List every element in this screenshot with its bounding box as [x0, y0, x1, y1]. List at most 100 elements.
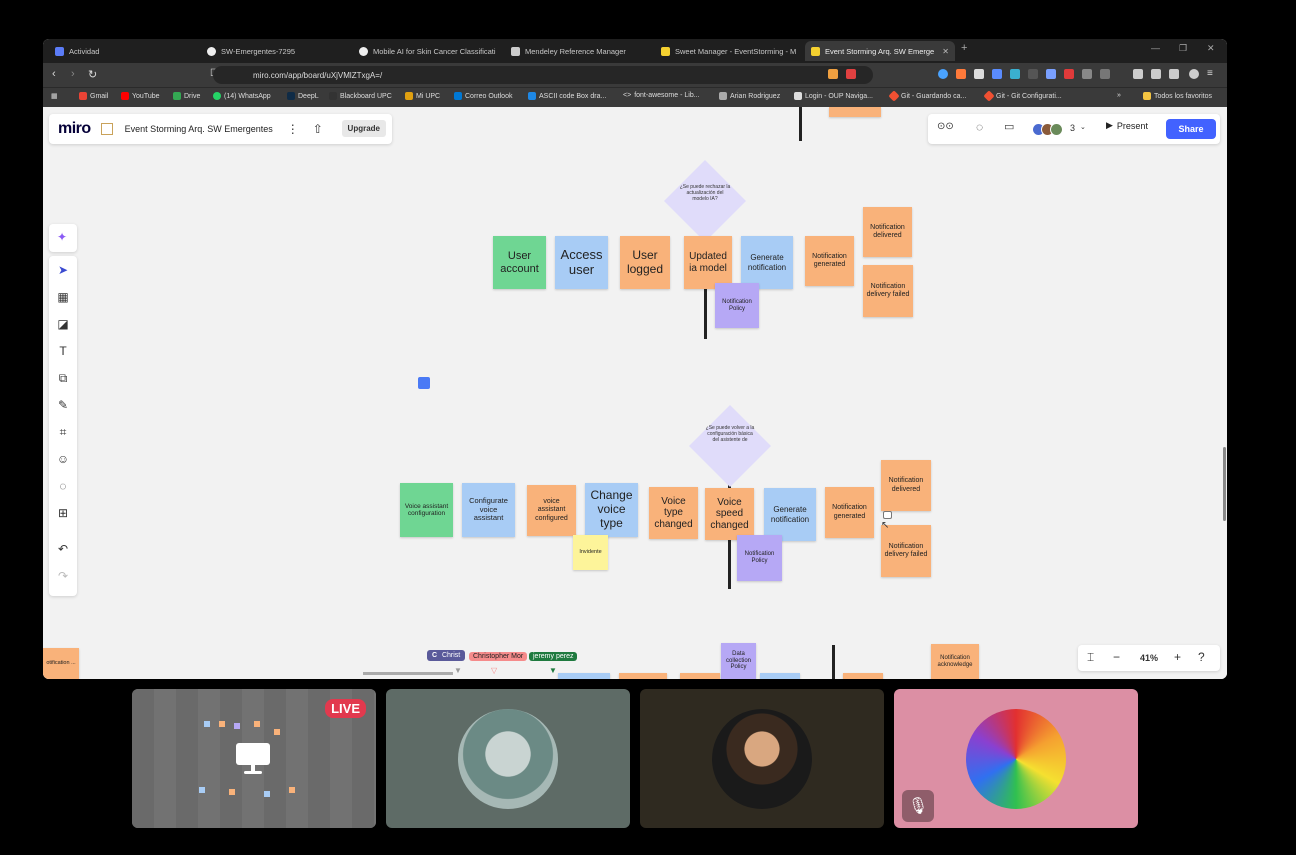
collaborator-avatar[interactable] — [1050, 123, 1063, 136]
extension-icon[interactable] — [846, 69, 856, 79]
reactions-icon[interactable]: ⊙⊙ — [937, 121, 954, 132]
sticky-note[interactable] — [829, 107, 881, 117]
more-options-icon[interactable]: ⋮ — [287, 122, 299, 136]
tab-sweet-manager[interactable]: Sweet Manager - EventStorming - M — [655, 41, 805, 61]
sticky-note[interactable]: Configurate voice assistant — [462, 483, 515, 537]
sticky-note[interactable]: Updated ia model — [684, 236, 732, 289]
sticky-note[interactable] — [760, 673, 800, 679]
translate-icon[interactable] — [418, 377, 430, 389]
bookmark-item[interactable]: Git - Guardando ca... — [888, 90, 966, 102]
sticky-note[interactable]: User logged — [620, 236, 670, 289]
miro-logo[interactable]: miro — [58, 120, 91, 138]
select-icon[interactable]: ➤ — [55, 262, 71, 278]
back-icon[interactable]: ‹ — [52, 68, 56, 80]
sticky-note[interactable]: Generate notification — [741, 236, 793, 289]
sticky-note[interactable]: Notification generated — [825, 487, 874, 538]
scrollbar[interactable] — [1223, 447, 1226, 521]
text-icon[interactable]: T — [55, 343, 71, 359]
participant-tile[interactable]: 🎙 — [894, 689, 1138, 828]
sticky-note[interactable]: Notification delivered — [881, 460, 931, 511]
extension-icon[interactable] — [1064, 69, 1074, 79]
comment-icon[interactable] — [883, 511, 892, 519]
tab-mendeley[interactable]: Mendeley Reference Manager — [505, 41, 655, 61]
reload-icon[interactable]: ↻ — [88, 68, 97, 81]
templates-icon[interactable]: ▦ — [55, 289, 71, 305]
bookmark-item[interactable]: YouTube — [121, 92, 160, 100]
extension-icon[interactable] — [1028, 69, 1038, 79]
sticky-note[interactable]: Voice assistant configuration — [400, 483, 453, 537]
sticky-note[interactable]: Notification Policy — [715, 283, 759, 328]
bookmark-item[interactable]: ASCII code Box dra... — [528, 92, 606, 100]
close-window-icon[interactable]: ✕ — [1207, 43, 1215, 54]
sticky-note[interactable]: voice assistant configured — [527, 485, 576, 536]
bookmark-item[interactable]: Git - Git Configurati... — [983, 90, 1062, 102]
zoom-in-icon[interactable]: + — [1174, 650, 1181, 664]
present-button[interactable]: ▶ Present — [1106, 120, 1148, 131]
extension-icon[interactable] — [992, 69, 1002, 79]
menu-icon[interactable]: ≡ — [1207, 68, 1213, 79]
extension-icon[interactable] — [1010, 69, 1020, 79]
sticky-note[interactable] — [843, 673, 883, 679]
redo-icon[interactable]: ↷ — [55, 568, 71, 584]
sticky-note[interactable]: Notification generated — [805, 236, 854, 286]
chevron-down-icon[interactable]: ⌄ — [1080, 123, 1086, 131]
extension-icon[interactable] — [1169, 69, 1179, 79]
tab-actividad[interactable]: Actividad — [49, 41, 199, 61]
decision-diamond[interactable] — [688, 404, 772, 488]
participant-tile[interactable] — [640, 689, 884, 828]
sticky-note[interactable] — [619, 673, 667, 679]
bookmark-item[interactable]: Gmail — [79, 92, 108, 100]
sidepanel-icon[interactable] — [1133, 69, 1143, 79]
all-bookmarks[interactable]: Todos los favoritos — [1143, 92, 1212, 100]
bookmark-item[interactable]: Mi UPC — [405, 92, 440, 100]
stickers-icon[interactable]: ☺ — [55, 451, 71, 467]
extension-icon[interactable] — [828, 69, 838, 79]
sticky-note[interactable]: Voice type changed — [649, 487, 698, 539]
more-bookmarks-icon[interactable]: » — [1117, 92, 1121, 99]
forward-icon[interactable]: › — [71, 68, 75, 80]
extension-icon[interactable] — [974, 69, 984, 79]
close-tab-icon[interactable]: ✕ — [942, 47, 949, 56]
extension-icon[interactable] — [956, 69, 966, 79]
sticky-note[interactable]: Notification Policy — [737, 535, 782, 581]
tab-event-storming[interactable]: Event Storming Arq. SW Emerge ✕ — [805, 41, 955, 61]
puzzle-icon[interactable] — [1082, 69, 1092, 79]
sticky-note[interactable]: otification ... — [43, 648, 79, 679]
sticky-note-icon[interactable]: ◪ — [55, 316, 71, 332]
upgrade-button[interactable]: Upgrade — [341, 120, 386, 137]
shield-icon[interactable] — [1189, 69, 1199, 79]
collaborator-count[interactable]: 3 — [1070, 123, 1075, 133]
pen-icon[interactable]: ✎ — [55, 397, 71, 413]
add-icon[interactable]: ⊞ — [55, 505, 71, 521]
fit-screen-icon[interactable]: ⌶ — [1087, 650, 1094, 665]
restore-icon[interactable]: ❐ — [1179, 43, 1187, 54]
address-bar[interactable]: miro.com/app/board/uXjVMlZTxgA=/ — [213, 66, 873, 84]
ai-button[interactable]: ✦ — [49, 224, 77, 252]
bookmark-item[interactable]: (14) WhatsApp — [213, 92, 271, 100]
new-tab-button[interactable]: + — [961, 42, 967, 54]
video-icon[interactable]: ▭ — [1004, 120, 1014, 133]
zoom-level[interactable]: 41% — [1140, 653, 1158, 663]
board-title[interactable]: Event Storming Arq. SW Emergentes — [125, 124, 273, 134]
comment-icon[interactable]: ◌ — [55, 478, 71, 494]
frame-icon[interactable]: ⌗ — [55, 424, 71, 440]
bookmark-item[interactable]: Arian Rodriguez — [719, 92, 780, 100]
sticky-note[interactable]: Notification acknowledge — [931, 644, 979, 679]
bookmark-item[interactable]: Drive — [173, 92, 200, 100]
sticky-note[interactable]: Notification delivery failed — [863, 265, 913, 317]
extension-icon[interactable] — [1100, 69, 1110, 79]
sticky-note[interactable] — [680, 673, 720, 679]
share-button[interactable]: Share — [1166, 119, 1216, 139]
sticky-note[interactable]: Notification delivery failed — [881, 525, 931, 577]
screenshare-tile[interactable]: LIVE — [132, 689, 376, 828]
extension-icon[interactable] — [1151, 69, 1161, 79]
bookmark-item[interactable]: Correo Outlook — [454, 92, 512, 100]
help-icon[interactable]: ? — [1198, 650, 1205, 664]
participant-tile[interactable] — [386, 689, 630, 828]
chat-icon[interactable]: ◌ — [976, 120, 983, 134]
zoom-out-icon[interactable]: − — [1113, 650, 1120, 664]
apps-icon[interactable]: ▦ — [51, 92, 58, 100]
export-icon[interactable]: ⇧ — [313, 122, 323, 136]
tab-github[interactable]: SW-Emergentes-7295 — [201, 41, 351, 61]
bookmark-item[interactable]: <> font-awesome - Lib... — [623, 92, 700, 99]
